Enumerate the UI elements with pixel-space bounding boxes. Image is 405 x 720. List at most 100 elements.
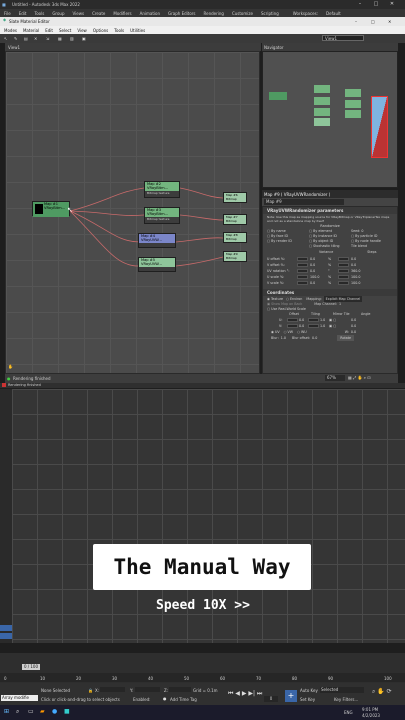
z-field[interactable] (169, 687, 191, 692)
menu-rendering[interactable]: Rendering (204, 11, 224, 16)
menu-views[interactable]: Views (73, 11, 85, 16)
menu-modifiers[interactable]: Modifiers (113, 11, 131, 16)
maximize-icon[interactable]: □ (371, 1, 381, 8)
menu-edit[interactable]: Edit (19, 11, 27, 16)
x-field[interactable] (100, 687, 125, 692)
task-view-icon[interactable]: ▭ (28, 709, 34, 715)
menu-animation[interactable]: Animation (140, 11, 160, 16)
sme-menu-modes[interactable]: Modes (4, 28, 17, 33)
u-offset-field[interactable] (287, 318, 298, 322)
viewport-nav-icons[interactable]: ⌕ ✋ ⟳ (372, 689, 392, 695)
y-field[interactable] (135, 687, 160, 692)
menu-scripting[interactable]: Scripting (261, 11, 279, 16)
menu-group[interactable]: Group (52, 11, 64, 16)
explorer-icon[interactable]: ▰ (40, 709, 45, 715)
blur-field[interactable]: 1.0 (281, 335, 286, 341)
variance-field[interactable] (297, 263, 308, 267)
navigator-viewport-frame[interactable] (371, 96, 388, 158)
set-key-button[interactable]: Set Key (300, 697, 315, 702)
show-background-icon[interactable]: ▣ (82, 36, 86, 41)
windows-start-icon[interactable]: ⊞ (4, 709, 9, 715)
v-offset-field[interactable] (287, 324, 298, 328)
move-children-icon[interactable]: ⇲ (46, 36, 49, 41)
add-time-tag[interactable]: Add Time Tag (170, 697, 197, 702)
variance-field[interactable] (297, 257, 308, 261)
sme-minimize-icon[interactable]: – (355, 19, 357, 24)
sme-menu-options[interactable]: Options (93, 28, 108, 33)
sme-menu-material[interactable]: Material (23, 28, 39, 33)
opt-stochastic-tiling[interactable]: ▢ Stochastic tiling (309, 244, 351, 249)
sme-menu-edit[interactable]: Edit (45, 28, 53, 33)
lock-icon[interactable]: 🔒 (88, 688, 93, 693)
rollout-coordinates[interactable]: Coordinates (263, 289, 397, 296)
search-icon[interactable]: ⌕ (16, 709, 19, 715)
minimize-icon[interactable]: – (355, 1, 365, 8)
steps-field[interactable] (338, 263, 349, 267)
node-map-8[interactable]: Map #8 Bitmap (223, 232, 247, 243)
frame-field[interactable]: 0 (264, 696, 278, 702)
menu-tools[interactable]: Tools (34, 11, 44, 16)
zoom-field[interactable]: 67% (325, 375, 345, 381)
hide-unused-icon[interactable]: ▦ (58, 36, 62, 41)
node-map-1[interactable]: Map #1 VRayBitm... (32, 201, 70, 217)
navigator-panel[interactable] (262, 51, 398, 188)
select-tool-icon[interactable]: ↖ (4, 36, 7, 41)
map-name-field[interactable]: Map #9 (264, 199, 344, 205)
menu-create[interactable]: Create (92, 11, 105, 16)
map-channel-field[interactable]: 1 (339, 302, 341, 307)
node-map-3[interactable]: Map #3 VRayBitm... Bitmap texture (144, 207, 180, 224)
tile-blend-field[interactable]: Tile blend (351, 244, 393, 249)
menu-graph-editors[interactable]: Graph Editors (168, 11, 195, 16)
clock-date[interactable]: 4/2/2023 (362, 713, 380, 718)
v-tiling-field[interactable] (308, 324, 319, 328)
timeline-ruler[interactable]: 0 10 20 30 40 50 60 70 80 90 100 (0, 673, 405, 682)
view-tab[interactable]: View1 (5, 43, 261, 51)
view-selector-dropdown[interactable]: View1 (322, 35, 364, 41)
blur-offset-field[interactable]: 0.0 (312, 335, 317, 341)
time-tag-icon[interactable]: ● (163, 696, 167, 701)
variance-field[interactable] (297, 269, 308, 273)
auto-key-button[interactable]: Auto Key (300, 688, 318, 693)
sme-menu-tools[interactable]: Tools (114, 28, 124, 33)
viewport-tool-icon[interactable] (0, 625, 12, 631)
steps-field[interactable] (338, 275, 349, 279)
menu-customize[interactable]: Customize (232, 11, 253, 16)
sme-maximize-icon[interactable]: □ (371, 19, 375, 24)
sme-menu-view[interactable]: View (77, 28, 87, 33)
assign-material-icon[interactable]: ▤ (24, 36, 28, 41)
sme-close-icon[interactable]: ✕ (388, 19, 391, 24)
node-map-4[interactable]: Map #4 VRayUVW... (138, 233, 176, 248)
rotate-button[interactable]: Rotate (337, 335, 355, 341)
max-taskbar-icon[interactable]: ■ (64, 709, 70, 715)
node-map-6[interactable]: Map #6 Bitmap (223, 192, 247, 203)
maxscript-listener[interactable]: Array modifie (1, 695, 38, 701)
key-filters-button[interactable]: Key Filters... (334, 697, 358, 702)
steps-field[interactable] (338, 269, 349, 273)
browser-icon[interactable]: ● (52, 709, 57, 715)
delete-icon[interactable]: ✕ (34, 36, 37, 41)
key-selection-dropdown[interactable]: Selected (320, 687, 364, 693)
language-indicator[interactable]: ENG (344, 710, 353, 715)
sme-menu-select[interactable]: Select (59, 28, 71, 33)
node-map-2[interactable]: Map #2 VRayBitm... Bitmap texture (144, 181, 180, 198)
close-icon[interactable]: ✕ (387, 1, 397, 8)
node-map-5[interactable]: Map #5 VRayUVW... (138, 257, 176, 272)
node-map-9[interactable]: Map #9 Bitmap (223, 251, 247, 262)
sme-menu-utilities[interactable]: Utilities (130, 28, 145, 33)
variance-field[interactable] (297, 281, 308, 285)
workspace-dropdown[interactable]: Default (326, 11, 341, 16)
steps-field[interactable] (338, 257, 349, 261)
u-tiling-field[interactable] (308, 318, 319, 322)
time-slider[interactable]: 0 / 100 (22, 664, 40, 670)
layout-all-icon[interactable]: ▥ (70, 36, 74, 41)
node-map-7[interactable]: Map #7 Bitmap (223, 214, 247, 225)
zoom-tools-icon[interactable]: ▦ ⤢ ✋ ⌕ ⊡ (348, 375, 371, 380)
playback-controls[interactable]: ⏮ ◀ ▶ ▶| ⏭ (228, 691, 262, 697)
rollout-uvw-randomizer[interactable]: VRayUVWRandomizer parameters (263, 207, 397, 214)
node-view[interactable]: Map #1 VRayBitm... Map #2 VRayBitm... Bi… (5, 51, 260, 374)
menu-file[interactable]: File (4, 11, 11, 16)
pick-material-icon[interactable]: ✎ (14, 36, 17, 41)
pan-hand-icon[interactable]: ✋ (8, 364, 13, 369)
steps-field[interactable] (338, 281, 349, 285)
viewport-tool-icon[interactable] (0, 633, 12, 639)
